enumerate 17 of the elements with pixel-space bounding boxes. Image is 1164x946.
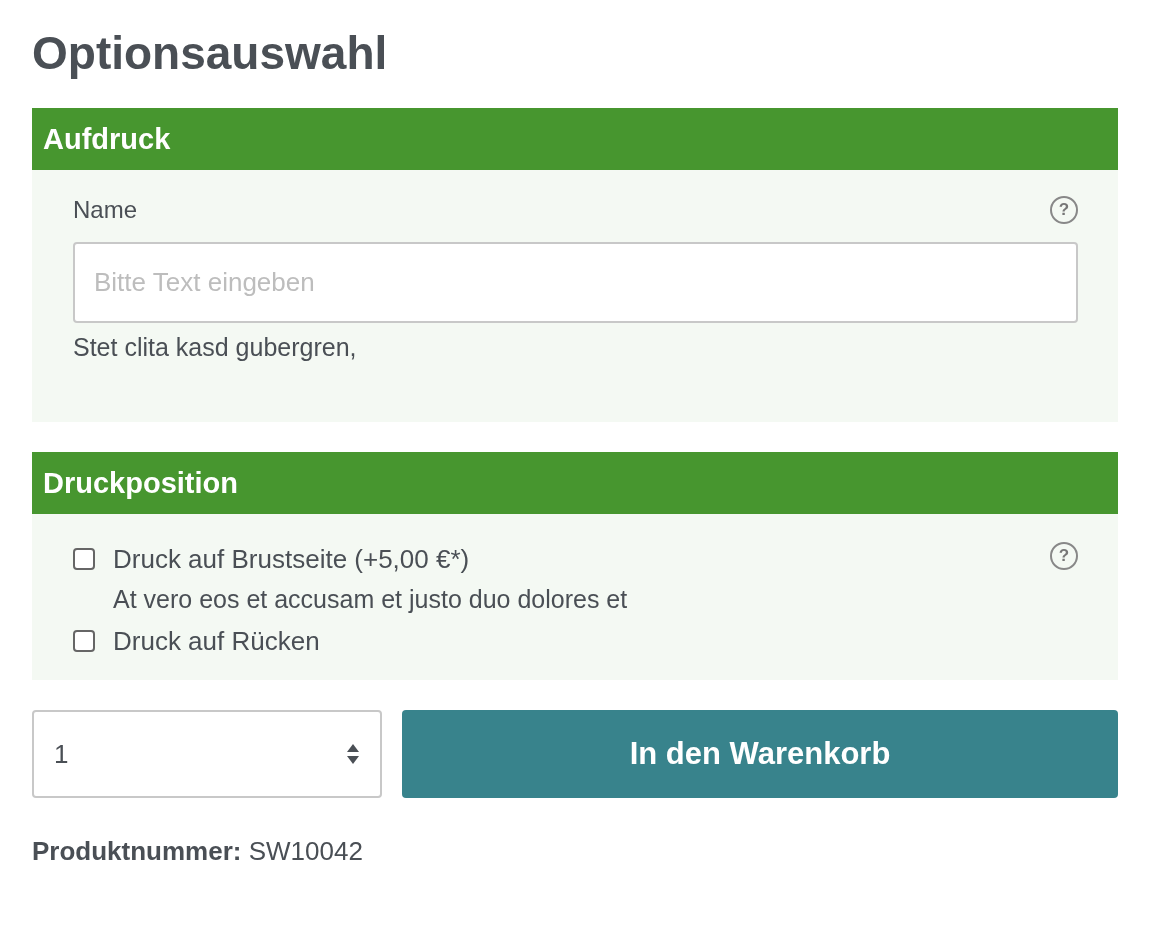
quantity-select[interactable]: 1 [32, 710, 382, 798]
add-to-cart-button[interactable]: In den Warenkorb [402, 710, 1118, 798]
section-header: Druckposition [32, 452, 1118, 514]
field-label: Name [73, 196, 138, 224]
text-field[interactable]: Bitte Text eingeben [73, 242, 1078, 323]
section-header: Aufdruck [32, 108, 1118, 170]
sort-icon [346, 743, 360, 765]
option-description: At vero eos et accusam et justo duo dolores et [112, 584, 628, 615]
product-number: Produktnummer: SW10042 [32, 836, 364, 867]
help-icon[interactable]: ? [1050, 542, 1078, 570]
checkbox[interactable] [73, 548, 95, 570]
checkbox[interactable] [73, 630, 95, 652]
help-icon[interactable]: ? [1050, 196, 1078, 224]
option-label: Druck auf Brustseite (+5,00 €*) [113, 543, 470, 576]
page-title: Optionsauswahl [32, 26, 389, 81]
option-label: Druck auf Rücken [113, 625, 320, 658]
field-description: Stet clita kasd gubergren, [73, 333, 358, 362]
